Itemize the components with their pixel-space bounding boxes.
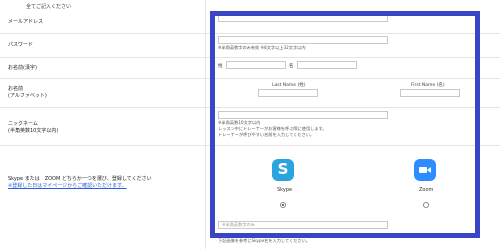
top-note: 全てご記入ください (26, 4, 72, 10)
contact-label: Skype または ZOOM どちらか一つを選び、登録してください ※登録した日… (8, 176, 152, 190)
name-alpha-label-sub: (アルファベット) (8, 93, 47, 99)
column-divider (205, 0, 206, 249)
mypage-link[interactable]: ※登録した日はマイページからご確認いただけます。 (8, 183, 152, 190)
name-alpha-label-text: お名前 (8, 86, 24, 92)
skype-note: 下記画像を参考にSkype名を入力してください。 (218, 238, 310, 243)
nickname-label-sub: (半角英数10文字以内) (8, 128, 59, 134)
password-label: パスワード (8, 42, 34, 48)
email-label: メールアドレス (8, 19, 44, 25)
name-kanji-label: お名前(漢字) (8, 65, 37, 71)
nickname-label: ニックネーム (半角英数10文字以内) (8, 121, 58, 135)
highlight-frame (210, 11, 480, 238)
nickname-label-text: ニックネーム (8, 121, 38, 127)
name-alpha-label: お名前 (アルファベット) (8, 86, 47, 100)
contact-label-text: Skype または ZOOM どちらか一つを選び、登録してください (8, 176, 152, 182)
